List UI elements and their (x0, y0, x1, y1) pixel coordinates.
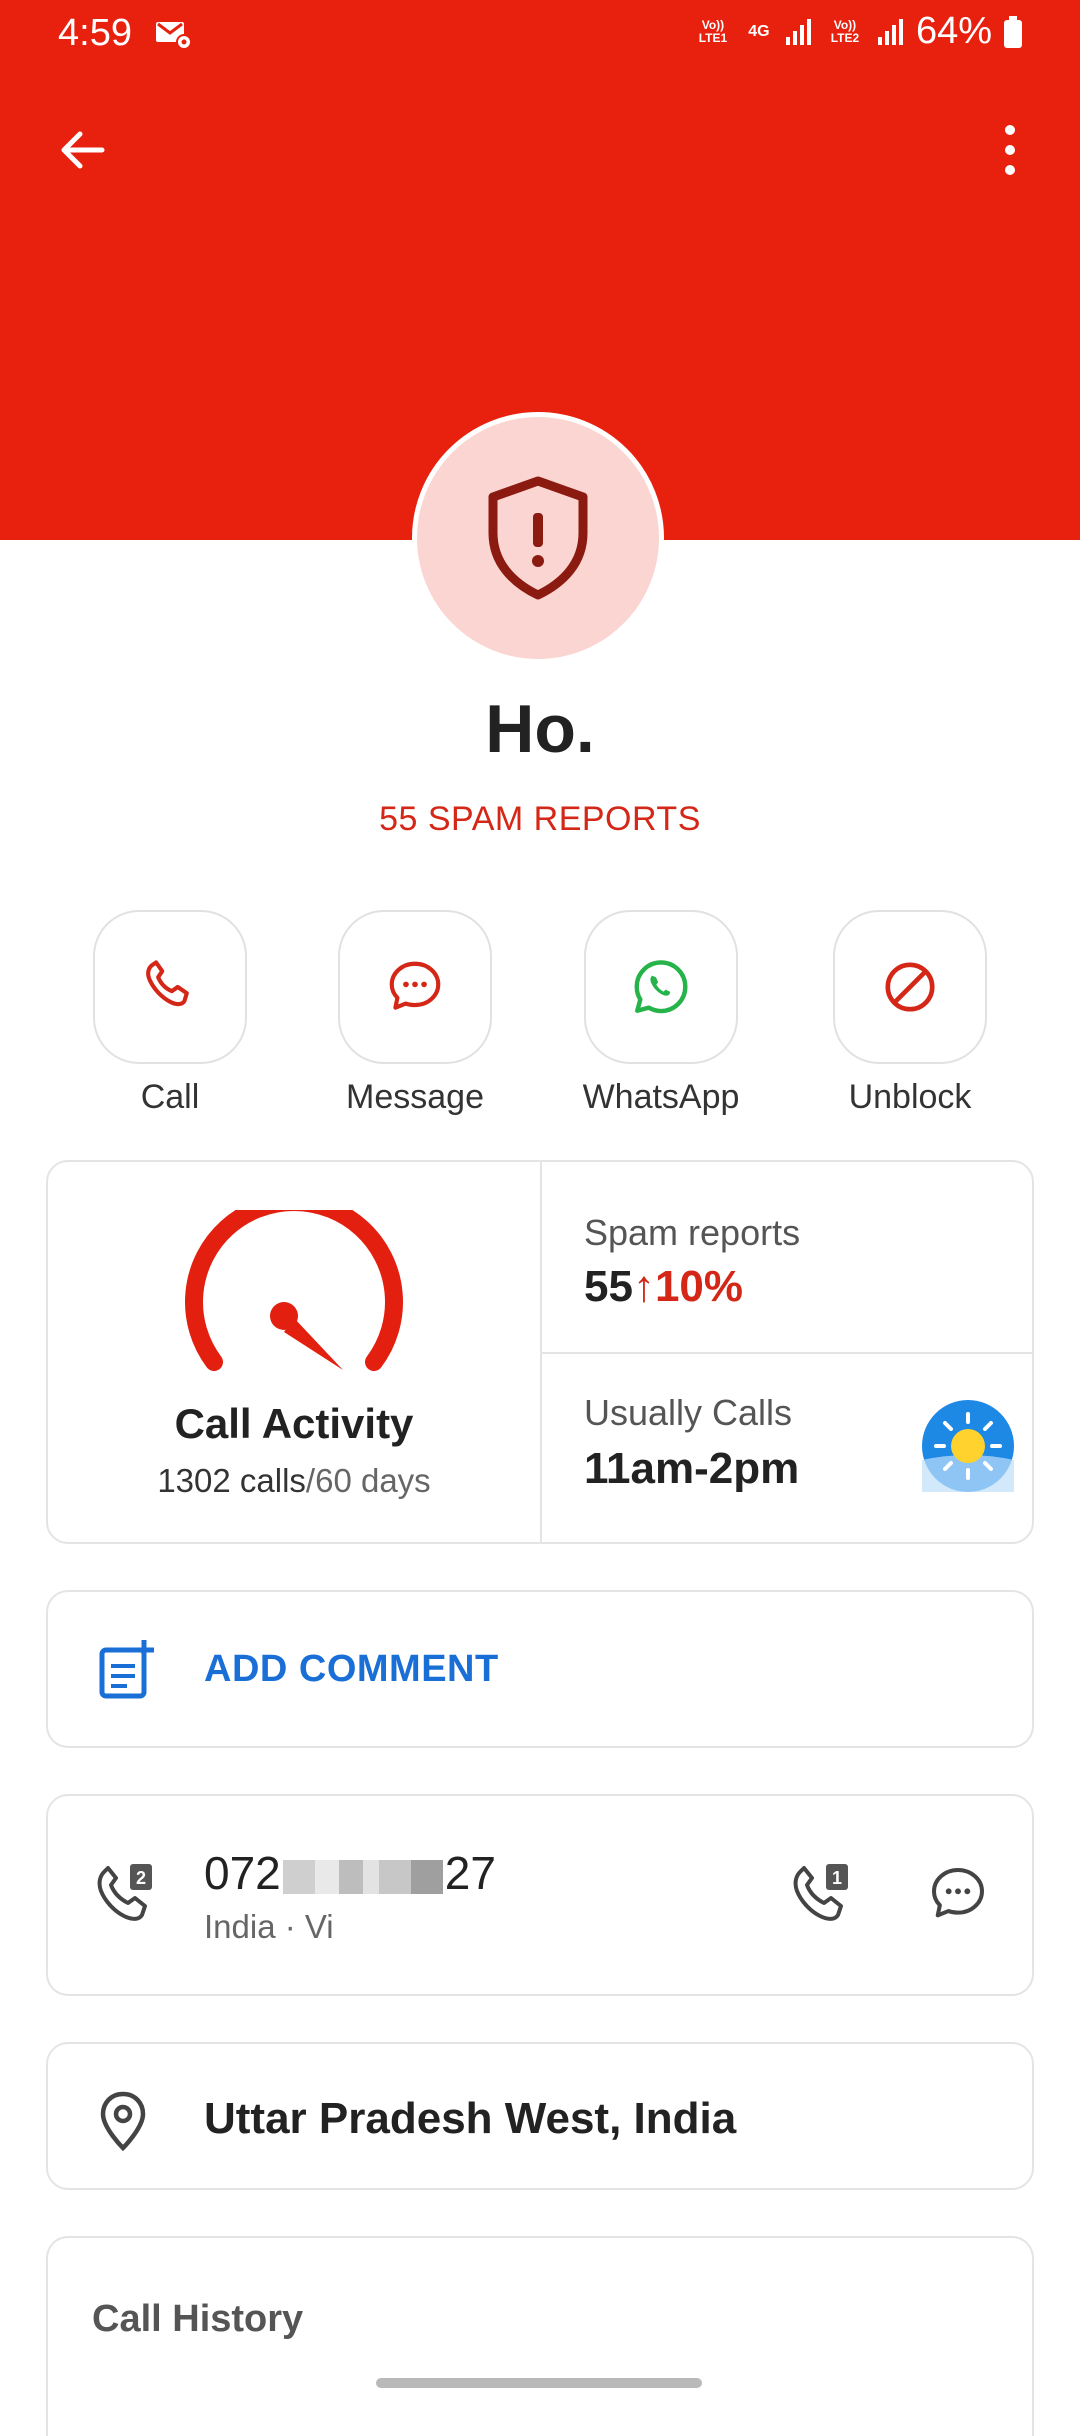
call-history-card[interactable]: Call History (46, 2236, 1034, 2436)
mail-settings-icon (154, 18, 194, 55)
contact-name: Ho. (485, 691, 595, 767)
sim2-badge: 2 (136, 1868, 146, 1888)
sim2-phone-icon[interactable]: 2 (94, 1862, 158, 1926)
message-button-circle[interactable] (338, 910, 492, 1064)
location-card: Uttar Pradesh West, India (46, 2042, 1034, 2190)
battery-icon (1004, 15, 1022, 48)
call-activity-title: Call Activity (174, 1400, 414, 1447)
carrier-info: India · Vi (204, 1908, 334, 1945)
location-text: Uttar Pradesh West, India (204, 2094, 737, 2143)
add-comment-label: ADD COMMENT (204, 1648, 499, 1690)
block-icon (885, 962, 935, 1012)
sim1-call-icon[interactable]: 1 (790, 1862, 854, 1926)
whatsapp-icon (634, 960, 688, 1014)
call-button[interactable]: Call (90, 910, 250, 1117)
action-row: Call Message WhatsApp Unblock (0, 910, 1080, 1116)
stats-divider-horizontal (542, 1352, 1034, 1354)
trend-up-arrow-icon: ↑ (632, 1262, 655, 1311)
location-pin-icon (100, 2091, 146, 2152)
unblock-button-circle[interactable] (833, 910, 987, 1064)
whatsapp-label: WhatsApp (582, 1078, 740, 1116)
back-arrow-icon[interactable] (52, 120, 112, 180)
message-label: Message (346, 1078, 484, 1116)
unblock-button[interactable]: Unblock (830, 910, 990, 1117)
spam-reports-stat-value: 55↑10% (584, 1262, 743, 1312)
whatsapp-button-circle[interactable] (584, 910, 738, 1064)
call-history-title: Call History (92, 2298, 304, 2340)
phone-number-card[interactable]: 2 072 27 India · Vi 1 (46, 1794, 1034, 1996)
phone-number-suffix: 27 (444, 1847, 496, 1899)
unblock-label: Unblock (848, 1078, 972, 1116)
signal-icon-2 (877, 18, 903, 45)
spam-reports-trend: 10% (654, 1262, 744, 1311)
message-button[interactable]: Message (335, 910, 495, 1117)
sun-icon (922, 1400, 1014, 1492)
phone-icon (146, 960, 189, 1007)
signal-icon (785, 18, 811, 45)
usually-calls-value: 11am-2pm (584, 1444, 800, 1493)
chat-bubble-icon (389, 961, 441, 1010)
spam-reports-stat-label: Spam reports (584, 1212, 801, 1253)
note-add-icon (99, 1640, 154, 1699)
battery-percent: 64% (915, 10, 992, 52)
phone-number: 072 27 (204, 1846, 496, 1900)
call-activity-count: 1302 calls (157, 1462, 306, 1499)
sim1-label: Vo)) LTE1 (698, 17, 728, 45)
phone-number-prefix: 072 (204, 1847, 281, 1899)
spam-reports-count: 55 (584, 1262, 633, 1311)
call-label: Call (140, 1078, 200, 1116)
sim2-label: Vo)) LTE2 (830, 17, 860, 45)
status-bar: 4:59 Vo)) LTE1 4G Vo)) LTE2 64% (0, 0, 1080, 70)
status-right: Vo)) LTE1 4G Vo)) LTE2 64% (692, 10, 1024, 53)
status-time: 4:59 (58, 12, 132, 54)
more-vertical-icon[interactable] (990, 120, 1030, 180)
gesture-nav-bar[interactable] (376, 2378, 702, 2388)
add-comment-button[interactable]: ADD COMMENT (46, 1590, 1034, 1748)
call-activity-period: /60 days (305, 1462, 431, 1499)
spam-reports-label: 55 SPAM REPORTS (379, 800, 701, 838)
speedometer-icon (185, 1210, 403, 1371)
sms-icon[interactable] (926, 1862, 990, 1926)
network-label: 4G (748, 23, 770, 40)
sim1-badge: 1 (832, 1868, 842, 1888)
call-button-circle[interactable] (93, 910, 247, 1064)
whatsapp-button[interactable]: WhatsApp (581, 910, 741, 1117)
avatar (412, 412, 664, 664)
stats-card: Call Activity 1302 calls/60 days Spam re… (46, 1160, 1034, 1544)
call-activity-subtitle: 1302 calls/60 days (48, 1462, 540, 1500)
shield-exclamation-icon (488, 476, 588, 600)
usually-calls-label: Usually Calls (584, 1392, 793, 1433)
redacted-digits (282, 1859, 443, 1894)
